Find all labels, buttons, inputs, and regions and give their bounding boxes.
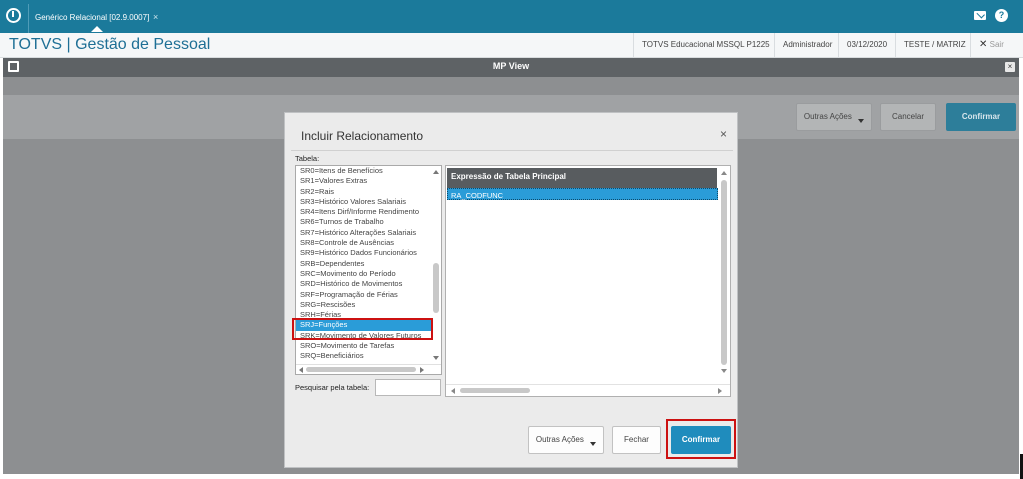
list-item[interactable]: SR3=Histórico Valores Salariais	[296, 197, 441, 207]
tab-label: Genérico Relacional [02.9.0007]	[35, 13, 150, 22]
chevron-down-icon	[858, 119, 865, 123]
app-header: TOTVS | Gestão de Pessoal TOTVS Educacio…	[0, 33, 1023, 58]
tab-close-icon[interactable]: ×	[153, 12, 158, 22]
scroll-right-icon[interactable]	[718, 388, 722, 394]
scroll-thumb[interactable]	[460, 388, 530, 393]
top-tab-bar: Genérico Relacional [02.9.0007] × ?	[0, 0, 1023, 33]
home-icon[interactable]	[6, 8, 21, 23]
list-item[interactable]: SR0=Itens de Benefícios	[296, 166, 441, 176]
background-confirm-button[interactable]: Confirmar	[946, 103, 1016, 131]
window-title-bar: MP View ×	[3, 58, 1019, 77]
exit-label: Sair	[989, 40, 1004, 49]
list-item[interactable]: SRC=Movimento do Período	[296, 269, 441, 279]
close-button[interactable]: Fechar	[612, 426, 661, 454]
table-listbox[interactable]: SR0=Itens de Benefícios SR1=Valores Extra…	[295, 165, 442, 375]
search-label: Pesquisar pela tabela:	[295, 383, 370, 392]
date-label[interactable]: 03/12/2020	[838, 33, 895, 57]
scroll-thumb[interactable]	[721, 180, 727, 365]
list-item[interactable]: SRF=Programação de Férias	[296, 290, 441, 300]
help-icon[interactable]: ?	[995, 9, 1008, 22]
window-close-button[interactable]: ×	[1005, 62, 1015, 72]
include-relationship-dialog: Incluir Relacionamento × Tabela: SR0=Ite…	[284, 112, 738, 468]
list-item[interactable]: SR2=Rais	[296, 187, 441, 197]
tab-generico-relacional[interactable]: Genérico Relacional [02.9.0007] ×	[28, 4, 174, 33]
background-other-actions-button[interactable]: Outras Ações	[796, 103, 872, 131]
scroll-down-icon[interactable]	[433, 356, 439, 360]
scroll-up-icon[interactable]	[721, 171, 727, 175]
dialog-close-icon[interactable]: ×	[720, 127, 727, 141]
list-item[interactable]: SRB=Dependentes	[296, 259, 441, 269]
list-item[interactable]: SRO=Movimento de Tarefas	[296, 341, 441, 351]
list-item[interactable]: SRK=Movimento de Valores Futuros	[296, 331, 441, 341]
scroll-thumb[interactable]	[306, 367, 416, 372]
scroll-left-icon[interactable]	[451, 388, 455, 394]
scroll-right-icon[interactable]	[420, 367, 424, 373]
list-item[interactable]: SR8=Controle de Ausências	[296, 238, 441, 248]
grid-column-header[interactable]: Expressão de Tabela Principal	[447, 168, 717, 188]
list-item[interactable]: SR6=Turnos de Trabalho	[296, 217, 441, 227]
expression-grid[interactable]: Expressão de Tabela Principal RA_CODFUNC	[445, 165, 731, 397]
list-item[interactable]: SR1=Valores Extras	[296, 176, 441, 186]
list-item[interactable]: SR4=Itens Dirf/Informe Rendimento	[296, 207, 441, 217]
search-input[interactable]	[375, 379, 441, 396]
user-label[interactable]: Administrador	[774, 33, 840, 57]
chevron-down-icon	[590, 442, 597, 446]
exit-button[interactable]: ✕ Sair	[970, 33, 1012, 57]
window-title: MP View	[492, 61, 530, 71]
other-actions-label: Outras Ações	[535, 435, 584, 444]
mail-icon[interactable]	[974, 11, 986, 20]
list-item[interactable]: SRH=Férias	[296, 310, 441, 320]
scroll-thumb[interactable]	[433, 263, 439, 313]
active-tab-indicator	[91, 26, 103, 32]
listbox-vertical-scrollbar[interactable]	[431, 166, 441, 366]
table-label: Tabela:	[295, 154, 320, 163]
grid-vertical-scrollbar[interactable]	[718, 166, 730, 386]
grid-row[interactable]: RA_CODFUNC	[447, 188, 718, 200]
list-item[interactable]: SRG=Rescisões	[296, 300, 441, 310]
background-cancel-button[interactable]: Cancelar	[880, 103, 936, 131]
app-title: TOTVS | Gestão de Pessoal	[9, 36, 211, 53]
list-item[interactable]: SR7=Histórico Alterações Salariais	[296, 228, 441, 238]
background-other-actions-label: Outras Ações	[803, 112, 852, 121]
close-icon: ✕	[979, 39, 988, 50]
other-actions-button[interactable]: Outras Ações	[528, 426, 604, 454]
environment-label[interactable]: TOTVS Educacional MSSQL P1225	[633, 33, 778, 57]
listbox-horizontal-scrollbar[interactable]	[296, 364, 441, 374]
list-item[interactable]: SRQ=Beneficiários	[296, 351, 441, 361]
dialog-title: Incluir Relacionamento	[301, 129, 424, 143]
grid-horizontal-scrollbar[interactable]	[446, 384, 730, 396]
list-item[interactable]: SR9=Histórico Dados Funcionários	[296, 248, 441, 258]
scroll-left-icon[interactable]	[299, 367, 303, 373]
divider	[291, 150, 733, 151]
list-item[interactable]: SRD=Histórico de Movimentos	[296, 279, 441, 289]
scroll-up-icon[interactable]	[433, 170, 439, 174]
scroll-down-icon[interactable]	[721, 369, 727, 373]
branch-label[interactable]: TESTE / MATRIZ	[895, 33, 974, 57]
list-item[interactable]: SRJ=Funções	[296, 320, 441, 331]
confirm-button-highlight	[666, 419, 736, 459]
